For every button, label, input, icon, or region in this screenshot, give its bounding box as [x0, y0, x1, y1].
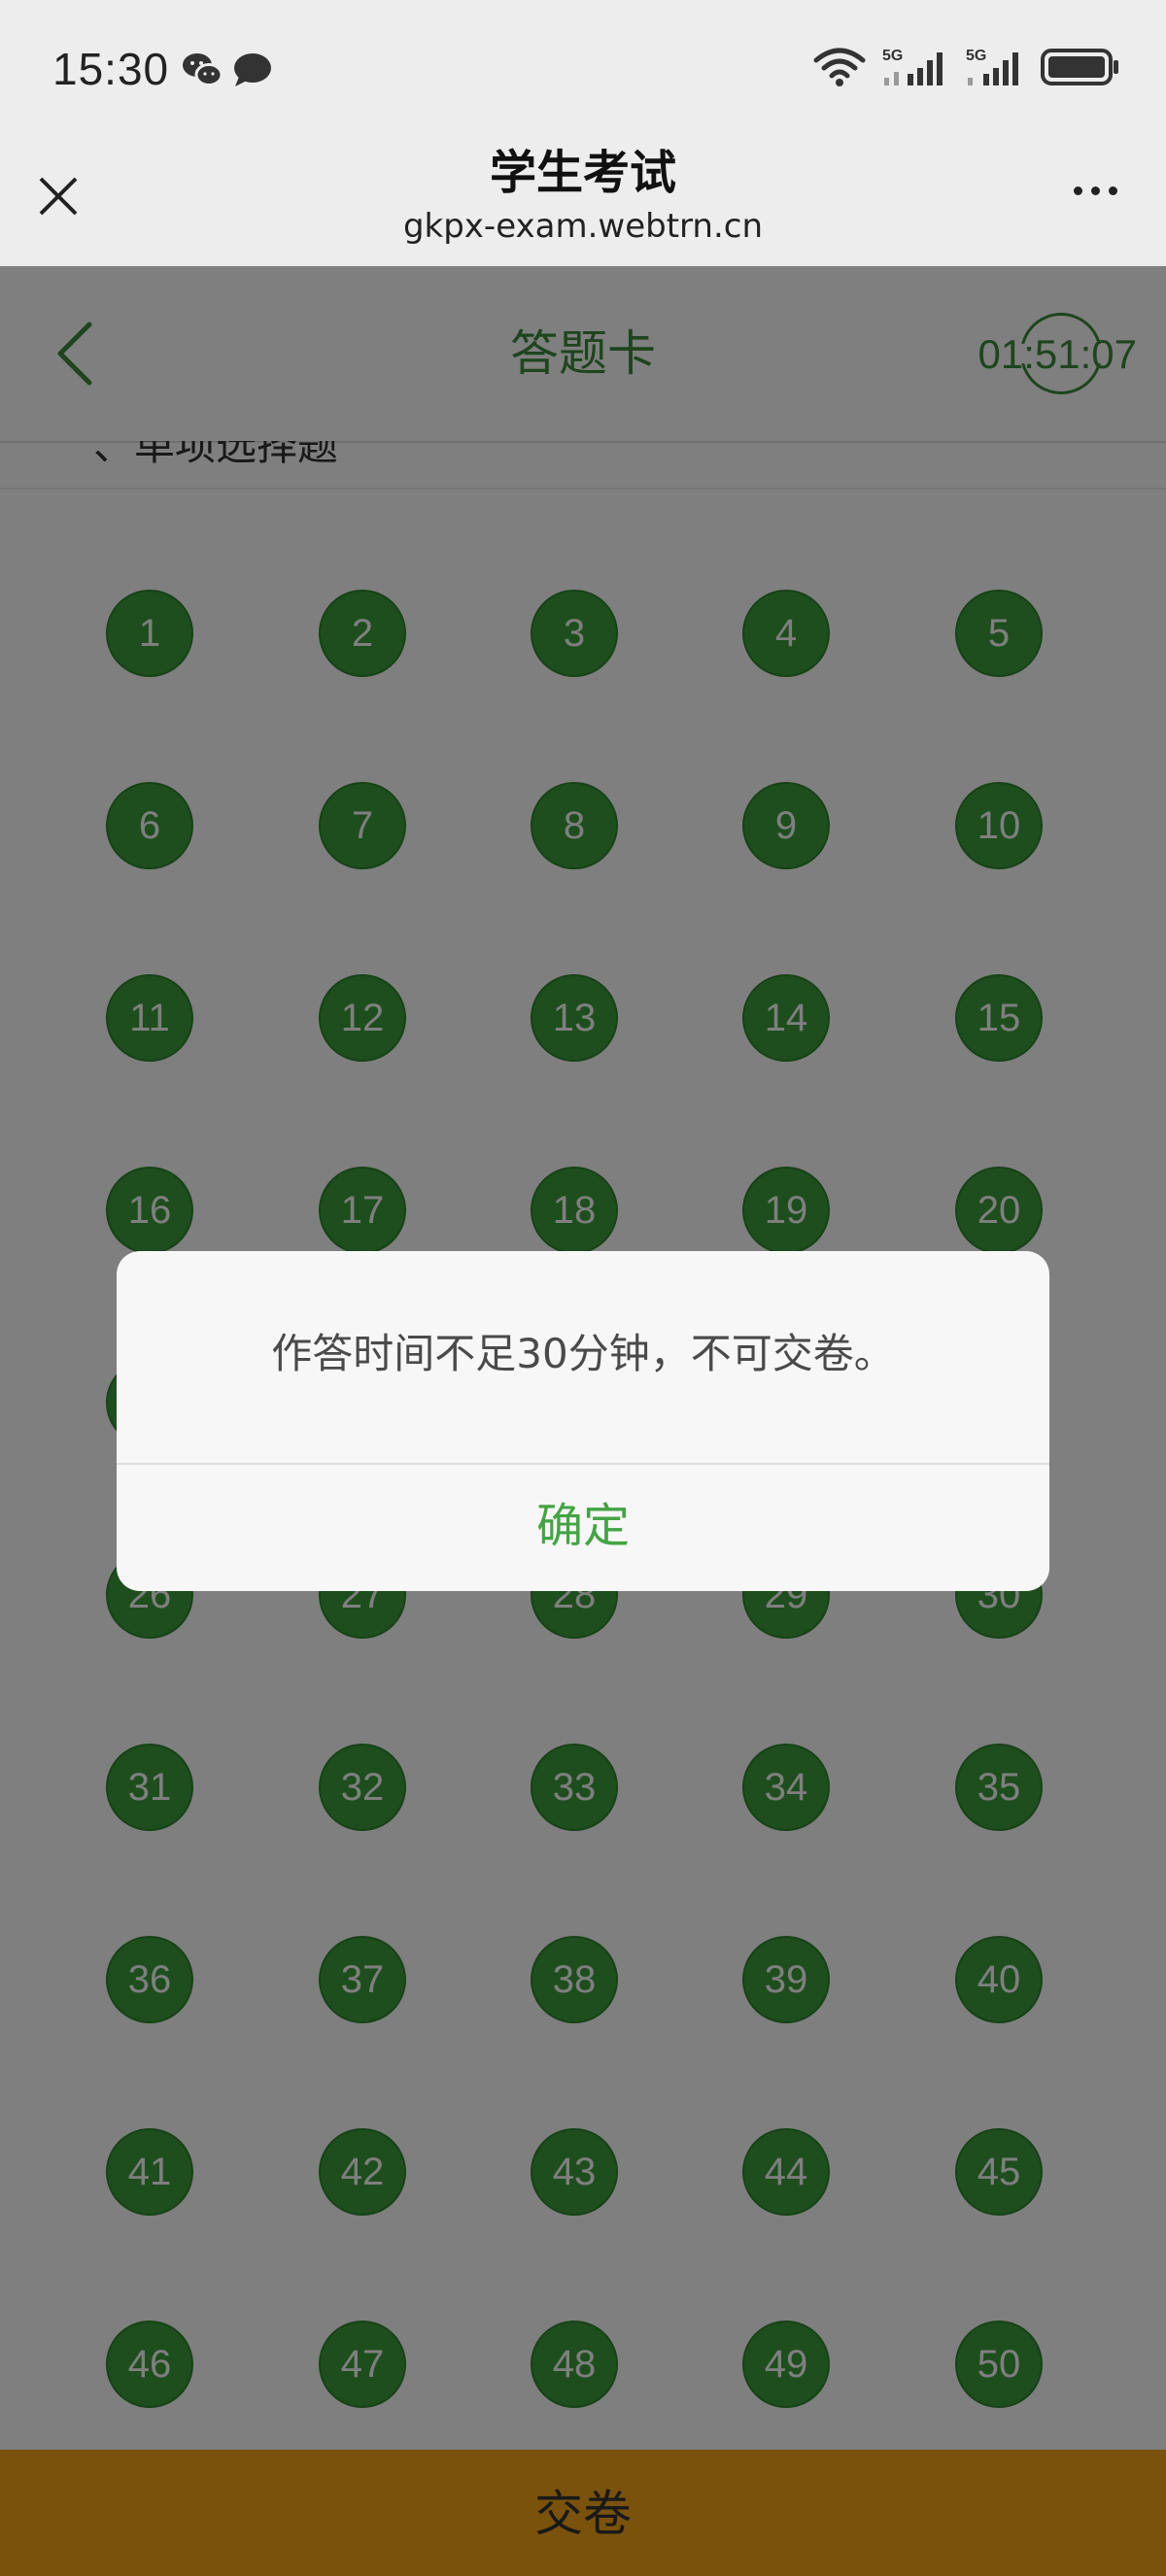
status-time: 15:30	[52, 44, 170, 94]
app-root: 15:30 5G 5G 学生考试 gkpx-exam.webtrn.cn 作答时…	[0, 0, 1166, 2576]
browser-title: 学生考试	[489, 146, 676, 200]
battery-icon	[1041, 49, 1118, 85]
wechat-icon	[183, 53, 223, 86]
status-bar: 15:30 5G 5G	[0, 0, 1166, 146]
more-dot	[1091, 186, 1100, 195]
signal-5g-icon: 5G	[966, 48, 1018, 85]
signal-5g-icon: 5G	[882, 48, 943, 85]
status-notification-icons	[181, 51, 274, 89]
dialog-message: 作答时间不足30分钟，不可交卷。	[271, 1330, 895, 1377]
more-options-icon[interactable]	[1074, 186, 1117, 195]
wifi-icon	[813, 48, 866, 86]
alert-dialog: 作答时间不足30分钟，不可交卷。 确定	[117, 1251, 1049, 1591]
more-dot	[1074, 186, 1082, 195]
browser-url: gkpx-exam.webtrn.cn	[402, 207, 764, 246]
browser-header: 学生考试 gkpx-exam.webtrn.cn	[0, 146, 1166, 266]
svg-text:5G: 5G	[966, 48, 986, 64]
confirm-button[interactable]: 确定	[117, 1465, 1049, 1591]
more-dot	[1109, 186, 1117, 195]
status-system-icons: 5G 5G	[812, 45, 1121, 89]
svg-text:5G: 5G	[882, 48, 903, 64]
chat-bubble-icon	[234, 53, 271, 86]
